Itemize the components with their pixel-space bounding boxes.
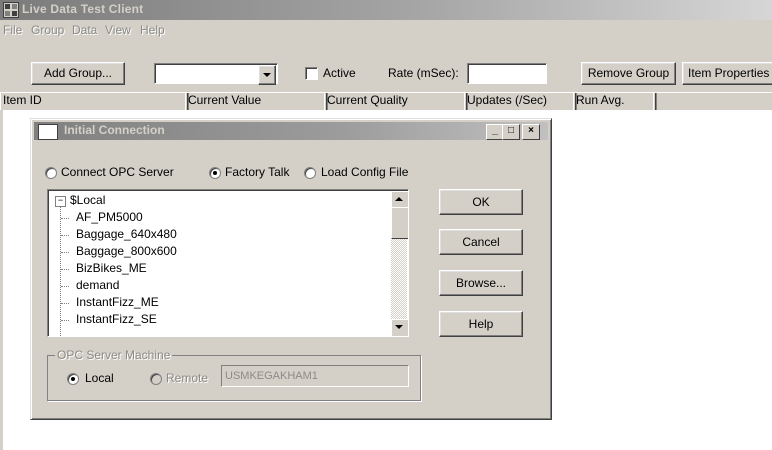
radio-connect-opc-server[interactable] <box>45 167 57 179</box>
remove-group-button[interactable]: Remove Group <box>581 62 676 85</box>
radio-local-label: Local <box>85 371 114 385</box>
column-current-quality[interactable]: Current Quality <box>324 92 468 110</box>
tree-item[interactable]: Baggage_800x600 <box>76 244 177 258</box>
menu-bar: File Group Data View Help <box>0 20 772 40</box>
toolbar: Add Group... Active Rate (mSec): Remove … <box>0 40 772 92</box>
server-tree[interactable]: − ⊟ $Local AF_PM5000 Baggage_640x480 Bag… <box>47 189 409 337</box>
close-icon[interactable]: × <box>522 124 540 140</box>
tree-item[interactable]: InstantFizz_SE <box>76 312 157 326</box>
dialog-window-icon <box>38 124 58 140</box>
active-checkbox[interactable] <box>305 67 318 80</box>
radio-remote-label: Remote <box>166 371 209 385</box>
tree-item[interactable]: AF_PM5000 <box>76 210 143 224</box>
radio-remote[interactable] <box>150 373 162 385</box>
active-label: Active <box>323 66 356 80</box>
rate-label: Rate (mSec): <box>388 66 459 80</box>
tree-item[interactable]: Baggage_640x480 <box>76 227 177 241</box>
column-updates[interactable]: Updates (/Sec) <box>464 92 577 110</box>
menu-help[interactable]: Help <box>140 23 165 37</box>
radio-factory-talk[interactable] <box>209 167 221 179</box>
window-title: Live Data Test Client <box>22 2 144 16</box>
radio-factory-talk-label: Factory Talk <box>225 165 290 179</box>
menu-view[interactable]: View <box>105 23 131 37</box>
item-properties-button[interactable]: Item Properties <box>682 62 772 85</box>
tree-expander-icon[interactable]: − <box>55 196 66 207</box>
column-current-value[interactable]: Current Value <box>185 92 328 110</box>
dialog-title-bar[interactable]: Initial Connection _ □ × <box>34 122 548 140</box>
add-group-button[interactable]: Add Group... <box>31 62 125 85</box>
chevron-down-icon[interactable] <box>258 65 276 85</box>
tree-item[interactable]: BizBikes_ME <box>76 261 147 275</box>
opc-server-machine-label: OPC Server Machine <box>55 348 173 362</box>
radio-load-config-file[interactable] <box>304 167 316 179</box>
scroll-down-icon[interactable] <box>391 319 408 336</box>
menu-file[interactable]: File <box>3 23 22 37</box>
menu-group[interactable]: Group <box>31 23 64 37</box>
column-blank <box>653 92 772 110</box>
maximize-icon[interactable]: □ <box>502 124 520 140</box>
browse-button[interactable]: Browse... <box>439 270 523 296</box>
tree-root-local[interactable]: $Local <box>70 193 105 207</box>
tree-scrollbar[interactable] <box>391 191 408 336</box>
radio-connect-opc-server-label: Connect OPC Server <box>61 165 174 179</box>
scroll-thumb[interactable] <box>391 207 408 239</box>
column-item-id[interactable]: Item ID <box>0 92 189 110</box>
menu-data[interactable]: Data <box>72 23 97 37</box>
tree-item[interactable]: InstantFizz_ME <box>76 295 159 309</box>
column-run-avg[interactable]: Run Avg. <box>573 92 657 110</box>
rate-input[interactable] <box>467 63 547 84</box>
list-left-edge <box>0 110 3 450</box>
dialog-title: Initial Connection <box>64 123 165 137</box>
group-select[interactable] <box>154 63 278 85</box>
cancel-button[interactable]: Cancel <box>439 229 523 255</box>
title-bar[interactable]: Live Data Test Client <box>0 0 772 20</box>
tree-guide-line <box>60 206 61 336</box>
app-icon <box>3 2 19 18</box>
help-button[interactable]: Help <box>439 311 523 337</box>
list-column-header: Item ID Current Value Current Quality Up… <box>0 92 772 110</box>
initial-connection-dialog: Initial Connection _ □ × Connect OPC Ser… <box>30 118 552 420</box>
radio-local[interactable] <box>67 373 79 385</box>
remote-machine-field[interactable]: USMKEGAKHAM1 <box>221 365 409 387</box>
radio-load-config-file-label: Load Config File <box>321 165 409 179</box>
tree-item[interactable]: demand <box>76 278 119 292</box>
ok-button[interactable]: OK <box>439 189 523 215</box>
